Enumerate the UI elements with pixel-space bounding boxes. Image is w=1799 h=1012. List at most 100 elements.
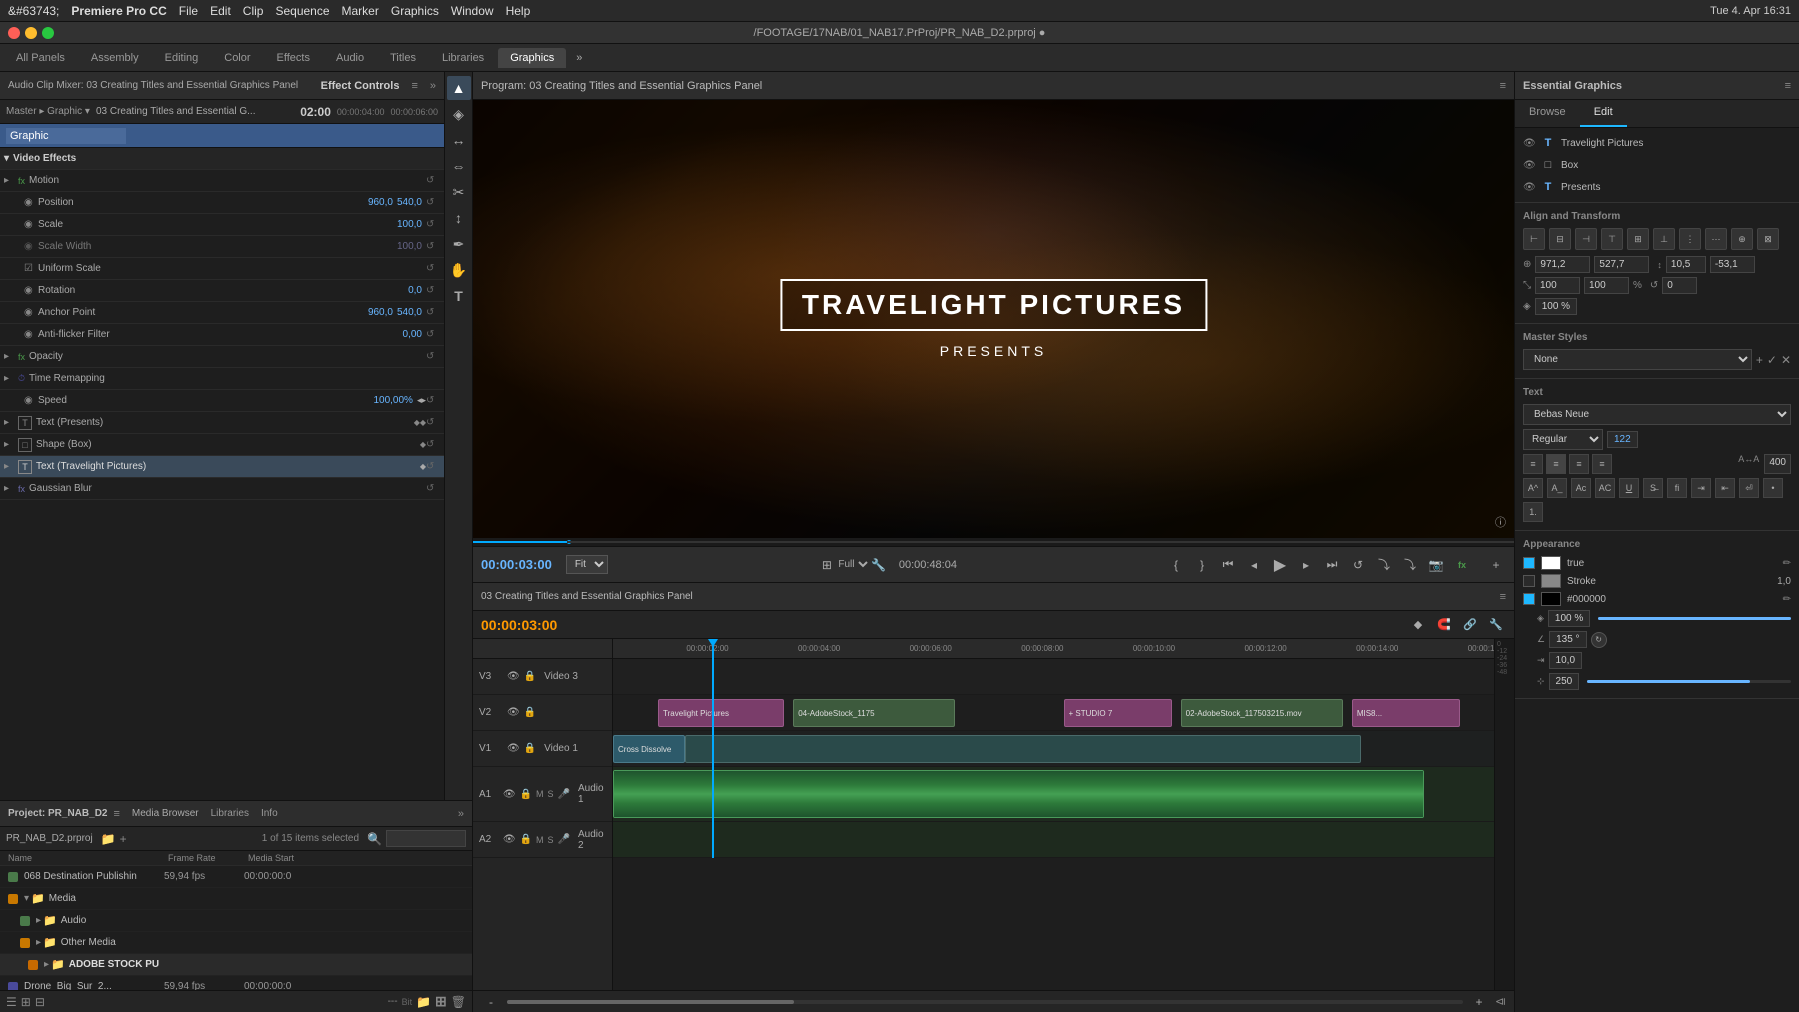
rotation-input[interactable]: [1662, 277, 1697, 294]
layer-travelight-pictures[interactable]: 👁 T Travelight Pictures: [1515, 132, 1799, 154]
shape-box-layer[interactable]: ▸ □ Shape (Box) ◆ ↺: [0, 434, 444, 456]
distribute-h-button[interactable]: ⋮: [1679, 228, 1701, 250]
search-icon[interactable]: 🔍: [367, 832, 382, 846]
text-presents-layer[interactable]: ▸ T Text (Presents) ◆◆ ↺: [0, 412, 444, 434]
tab-titles[interactable]: Titles: [378, 48, 428, 68]
anchor-reset[interactable]: ↺: [426, 307, 440, 318]
shadow-spread-slider[interactable]: [1587, 680, 1791, 683]
smallcaps-button[interactable]: Ac: [1571, 478, 1591, 498]
rotation-property[interactable]: ◉ Rotation 0,0 ↺: [0, 280, 444, 302]
distribute-v-button[interactable]: ⋯: [1705, 228, 1727, 250]
go-out-button[interactable]: ⏭: [1322, 555, 1342, 575]
menu-help[interactable]: Help: [506, 4, 531, 18]
clip-cross-dissolve-1[interactable]: Cross Dissolve: [613, 735, 685, 763]
position-y[interactable]: 540,0: [397, 197, 422, 208]
a1-lock-icon[interactable]: 🔒: [520, 789, 532, 800]
a1-eye-icon[interactable]: 👁: [503, 789, 516, 800]
app-name[interactable]: Premiere Pro CC: [71, 4, 166, 18]
zoom-slider-project[interactable]: ---: [388, 996, 398, 1007]
project-row-audio[interactable]: ▸ 📁 Audio: [0, 910, 472, 932]
tab-editing[interactable]: Editing: [153, 48, 211, 68]
graphic-name-input[interactable]: [6, 128, 126, 144]
playback-resolution[interactable]: Full1/21/4: [843, 555, 863, 575]
loop-button[interactable]: ↺: [1348, 555, 1368, 575]
blur-toggle[interactable]: ▸: [4, 483, 18, 494]
shadow-angle-dial[interactable]: ↻: [1591, 632, 1607, 648]
opacity-section[interactable]: ▸ fx Opacity ↺: [0, 346, 444, 368]
shadow-spread-value[interactable]: 250: [1549, 673, 1580, 690]
anchor-toggle[interactable]: ◉: [24, 307, 38, 318]
position-property[interactable]: ◉ Position 960,0 540,0 ↺: [0, 192, 444, 214]
a2-eye-icon[interactable]: 👁: [503, 834, 516, 845]
scale-width-property[interactable]: ◉ Scale Width 100,0 ↺: [0, 236, 444, 258]
more-workspaces-icon[interactable]: »: [568, 48, 590, 68]
box-toggle[interactable]: ▸: [4, 439, 18, 450]
v3-lock-icon[interactable]: 🔒: [524, 671, 536, 682]
project-row-adobe-stock[interactable]: ▸ 📁 ADOBE STOCK PU: [0, 954, 472, 976]
travelight-reset[interactable]: ↺: [426, 461, 440, 472]
align-justify-text-button[interactable]: ≡: [1592, 454, 1612, 474]
folder-expand-stock[interactable]: ▸: [44, 959, 49, 970]
a1-mic-icon[interactable]: 🎤: [558, 789, 570, 800]
track-v3[interactable]: [613, 659, 1514, 695]
allcaps-button[interactable]: AC: [1595, 478, 1615, 498]
menu-marker[interactable]: Marker: [342, 4, 379, 18]
track-v1[interactable]: Cross Dissolve: [613, 731, 1514, 767]
motion-reset[interactable]: ↺: [426, 175, 440, 186]
project-panel-menu[interactable]: ≡: [113, 808, 119, 820]
current-timecode[interactable]: 00:00:03:00: [481, 557, 552, 572]
playback-bar[interactable]: [473, 538, 1514, 546]
ripple-edit-tool[interactable]: ↔: [447, 128, 471, 152]
stroke-color-swatch[interactable]: [1541, 574, 1561, 588]
fill-checkbox[interactable]: [1523, 557, 1535, 569]
timeline-menu-icon[interactable]: ≡: [1500, 591, 1506, 603]
scale-reset[interactable]: ↺: [426, 219, 440, 230]
font-family-dropdown[interactable]: Bebas Neue: [1523, 404, 1791, 425]
icon-view-icon[interactable]: ⊞: [21, 995, 31, 1009]
presents-keyframe[interactable]: ◆◆: [414, 418, 426, 427]
antiflicker-property[interactable]: ◉ Anti-flicker Filter 0,00 ↺: [0, 324, 444, 346]
tab-all-panels[interactable]: All Panels: [4, 48, 77, 68]
info-tab[interactable]: Info: [261, 808, 278, 819]
uniform-scale-checkbox[interactable]: ☑: [24, 263, 38, 274]
stroke-checkbox[interactable]: [1523, 575, 1535, 587]
superscript-button[interactable]: A^: [1523, 478, 1543, 498]
shadow-checkbox[interactable]: [1523, 593, 1535, 605]
track-v2[interactable]: Travelight Pictures 04-AdobeStock_1175 +…: [613, 695, 1514, 731]
blur-reset[interactable]: ↺: [426, 483, 440, 494]
apply-style-icon[interactable]: ✓: [1767, 353, 1777, 367]
clip-v1-main[interactable]: [685, 735, 1361, 763]
shadow-opacity-value[interactable]: 100 %: [1548, 610, 1590, 627]
new-bin-icon[interactable]: 📁: [101, 832, 116, 846]
anchor-point-property[interactable]: ◉ Anchor Point 960,0 540,0 ↺: [0, 302, 444, 324]
fill-color-swatch[interactable]: [1541, 556, 1561, 570]
project-search-input[interactable]: [386, 830, 466, 847]
clip-travelight[interactable]: Travelight Pictures: [658, 699, 784, 727]
timeline-scroll-end[interactable]: ⧏: [1495, 995, 1506, 1008]
opacity-display[interactable]: 100 %: [1535, 298, 1577, 315]
text-travelight-layer[interactable]: ▸ T Text (Travelight Pictures) ◆ ↺: [0, 456, 444, 478]
scale-width-value[interactable]: 100,0: [397, 241, 422, 252]
position-x[interactable]: 960,0: [368, 197, 393, 208]
snap-button[interactable]: 🧲: [1434, 615, 1454, 635]
ligatures-button[interactable]: fi: [1667, 478, 1687, 498]
font-size-value[interactable]: 122: [1607, 431, 1638, 448]
tab-color[interactable]: Color: [212, 48, 262, 68]
track-a2[interactable]: [613, 822, 1514, 858]
overwrite-button[interactable]: ⤵: [1400, 555, 1420, 575]
strikethrough-button[interactable]: S̶: [1643, 478, 1663, 498]
track-a1[interactable]: [613, 767, 1514, 822]
progress-track[interactable]: [473, 541, 1514, 543]
delete-style-icon[interactable]: ✕: [1781, 353, 1791, 367]
monitor-info-icon[interactable]: ⓘ: [1495, 514, 1506, 530]
close-button[interactable]: [8, 27, 20, 39]
media-browser-tab[interactable]: Media Browser: [132, 808, 199, 819]
add-style-icon[interactable]: +: [1756, 353, 1763, 367]
razor-tool[interactable]: ✂: [447, 180, 471, 204]
scale-value[interactable]: 100,0: [397, 219, 422, 230]
align-selection-button[interactable]: ⊠: [1757, 228, 1779, 250]
fill-pencil-icon[interactable]: ✏: [1783, 558, 1791, 569]
antiflicker-value[interactable]: 0,00: [403, 329, 422, 340]
opacity-toggle[interactable]: ▸: [4, 351, 18, 362]
tab-effects[interactable]: Effects: [265, 48, 322, 68]
